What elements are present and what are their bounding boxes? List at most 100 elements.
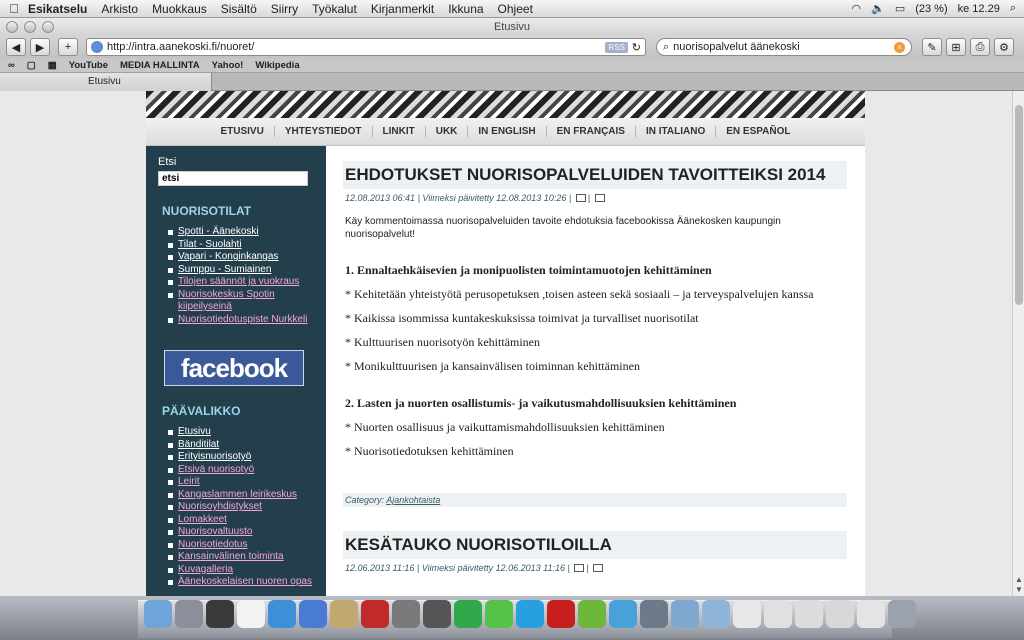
volume-icon[interactable]: 🔈 <box>871 2 885 15</box>
close-window-button[interactable] <box>6 21 18 33</box>
edit-page-icon[interactable]: ✎ <box>922 38 942 56</box>
menu-muokkaus[interactable]: Muokkaus <box>152 2 207 16</box>
url-text[interactable]: http://intra.aanekoski.fi/nuoret/ <box>107 41 601 53</box>
sidebar-link[interactable]: Vapari - Konginkangas <box>178 251 278 262</box>
search-text[interactable]: nuorisopalvelut äänekoski <box>673 41 890 53</box>
bookmark-wikipedia[interactable]: Wikipedia <box>255 60 299 71</box>
sidebar-link[interactable]: Etusivu <box>178 426 211 437</box>
apple-menu-icon[interactable]:  <box>0 1 28 16</box>
skype-icon[interactable] <box>516 600 544 628</box>
nav-ukk[interactable]: UKK <box>424 126 468 137</box>
zoom-window-button[interactable] <box>42 21 54 33</box>
minimized-window-icon[interactable] <box>764 600 792 628</box>
add-bookmark-button[interactable]: + <box>58 38 78 56</box>
bookmark-youtube[interactable]: YouTube <box>69 60 108 71</box>
sidebar-link[interactable]: Nuorisovaltuusto <box>178 526 252 537</box>
itunes-icon[interactable] <box>299 600 327 628</box>
mail-stamp-icon[interactable] <box>609 600 637 628</box>
minimized-window-icon[interactable] <box>826 600 854 628</box>
sidebar-link[interactable]: Leirit <box>178 476 200 487</box>
dashboard-icon[interactable] <box>206 600 234 628</box>
email-icon[interactable] <box>593 564 604 572</box>
messages-icon[interactable] <box>485 600 513 628</box>
trash-icon[interactable] <box>888 600 916 628</box>
iphoto-icon[interactable] <box>392 600 420 628</box>
battery-icon[interactable]: ▭ <box>895 2 905 15</box>
top-sites-icon[interactable]: ▦ <box>48 60 57 71</box>
scroll-up-arrow-icon[interactable]: ▲ <box>1013 575 1024 585</box>
minimized-window-icon[interactable] <box>857 600 885 628</box>
sidebar-link[interactable]: Kangaslammen leirikeskus <box>178 489 297 500</box>
menu-arkisto[interactable]: Arkisto <box>101 2 138 16</box>
spotify-icon[interactable] <box>454 600 482 628</box>
preview-icon[interactable] <box>578 600 606 628</box>
nav-etusivu[interactable]: ETUSIVU <box>210 126 273 137</box>
post-title[interactable]: KESÄTAUKO NUORISOTILOILLA <box>345 535 845 555</box>
applications-folder-icon[interactable] <box>671 600 699 628</box>
acrobat-icon[interactable] <box>547 600 575 628</box>
reload-icon[interactable]: ↻ <box>632 41 641 54</box>
clear-search-icon[interactable]: × <box>894 41 905 53</box>
sidebar-link[interactable]: Kuvagalleria <box>178 564 233 575</box>
photo-booth-icon[interactable] <box>361 600 389 628</box>
email-icon[interactable] <box>594 194 605 202</box>
nav-en-espanol[interactable]: EN ESPAÑOL <box>715 126 800 137</box>
minimized-window-icon[interactable] <box>795 600 823 628</box>
word-document-icon[interactable] <box>733 600 761 628</box>
mail-icon[interactable] <box>175 600 203 628</box>
documents-folder-icon[interactable] <box>702 600 730 628</box>
scrollbar-thumb[interactable] <box>1015 105 1023 305</box>
safari-icon[interactable] <box>268 600 296 628</box>
settings-icon[interactable]: ⚙ <box>994 38 1014 56</box>
forward-button[interactable]: ▶ <box>30 38 50 56</box>
calendar-icon[interactable] <box>237 600 265 628</box>
facebook-logo-button[interactable]: facebook <box>164 350 304 386</box>
print-icon[interactable] <box>574 564 585 572</box>
nav-linkit[interactable]: LINKIT <box>371 126 425 137</box>
sidebar-link[interactable]: Nuorisotiedotus <box>178 539 247 550</box>
rss-button[interactable]: RSS <box>605 41 628 53</box>
site-search-input[interactable]: etsi <box>158 171 308 186</box>
sidebar-link[interactable]: Kansainvälinen toiminta <box>178 551 284 562</box>
menu-sisalto[interactable]: Sisältö <box>221 2 257 16</box>
sidebar-link[interactable]: Tilat - Suolahti <box>178 239 242 250</box>
sidebar-link[interactable]: Nuorisoyhdistykset <box>178 501 262 512</box>
print-icon[interactable]: ⎙ <box>970 38 990 56</box>
add-tab-icon[interactable]: ⊞ <box>946 38 966 56</box>
print-icon[interactable] <box>575 194 586 202</box>
sidebar-link[interactable]: Äänekoskelaisen nuoren opas <box>178 576 312 587</box>
menu-kirjanmerkit[interactable]: Kirjanmerkit <box>371 2 434 16</box>
sidebar-link[interactable]: Sumppu - Sumiainen <box>178 264 271 275</box>
sidebar-link[interactable]: Bänditilat <box>178 439 219 450</box>
menu-ikkuna[interactable]: Ikkuna <box>448 2 483 16</box>
address-book-icon[interactable] <box>330 600 358 628</box>
vertical-scrollbar[interactable]: ▲ ▼ <box>1012 91 1024 596</box>
menu-siirry[interactable]: Siirry <box>271 2 298 16</box>
nav-in-italiano[interactable]: IN ITALIANO <box>634 126 715 137</box>
bookmark-yahoo[interactable]: Yahoo! <box>212 60 244 71</box>
sidebar-link[interactable]: Nuorisotiedotuspiste Nurkkeli <box>178 314 308 325</box>
menu-tyokalut[interactable]: Työkalut <box>312 2 357 16</box>
spotlight-icon[interactable]: ⌕ <box>1010 2 1016 15</box>
sidebar-link[interactable]: Tilojen säännöt ja vuokraus <box>178 276 299 287</box>
bookmark-media-hallinta[interactable]: MEDIA HALLINTA <box>120 60 200 71</box>
garageband-icon[interactable] <box>423 600 451 628</box>
scroll-down-arrow-icon[interactable]: ▼ <box>1013 585 1024 595</box>
system-preferences-icon[interactable] <box>640 600 668 628</box>
address-bar[interactable]: http://intra.aanekoski.fi/nuoret/ RSS ↻ <box>86 38 646 56</box>
minimize-window-button[interactable] <box>24 21 36 33</box>
wifi-icon[interactable]: ◠ <box>852 2 862 15</box>
sidebar-link[interactable]: Etsivä nuorisotyö <box>178 464 254 475</box>
post-title[interactable]: EHDOTUKSET NUORISOPALVELUIDEN TAVOITTEIK… <box>345 165 845 185</box>
clock[interactable]: ke 12.29 <box>958 3 1000 15</box>
category-link[interactable]: Ajankohtaista <box>386 495 440 505</box>
search-field[interactable]: ⌕ nuorisopalvelut äänekoski × <box>656 38 912 56</box>
tab-etusivu[interactable]: Etusivu <box>0 73 212 91</box>
sidebar-link[interactable]: Lomakkeet <box>178 514 227 525</box>
sidebar-link[interactable]: Erityisnuorisotyö <box>178 451 251 462</box>
nav-yhteystiedot[interactable]: YHTEYSTIEDOT <box>273 126 372 137</box>
menu-ohjeet[interactable]: Ohjeet <box>498 2 533 16</box>
app-menu[interactable]: Esikatselu <box>28 2 87 16</box>
nav-in-english[interactable]: IN ENGLISH <box>467 126 545 137</box>
bookmarks-icon[interactable]: ▢ <box>27 60 36 71</box>
